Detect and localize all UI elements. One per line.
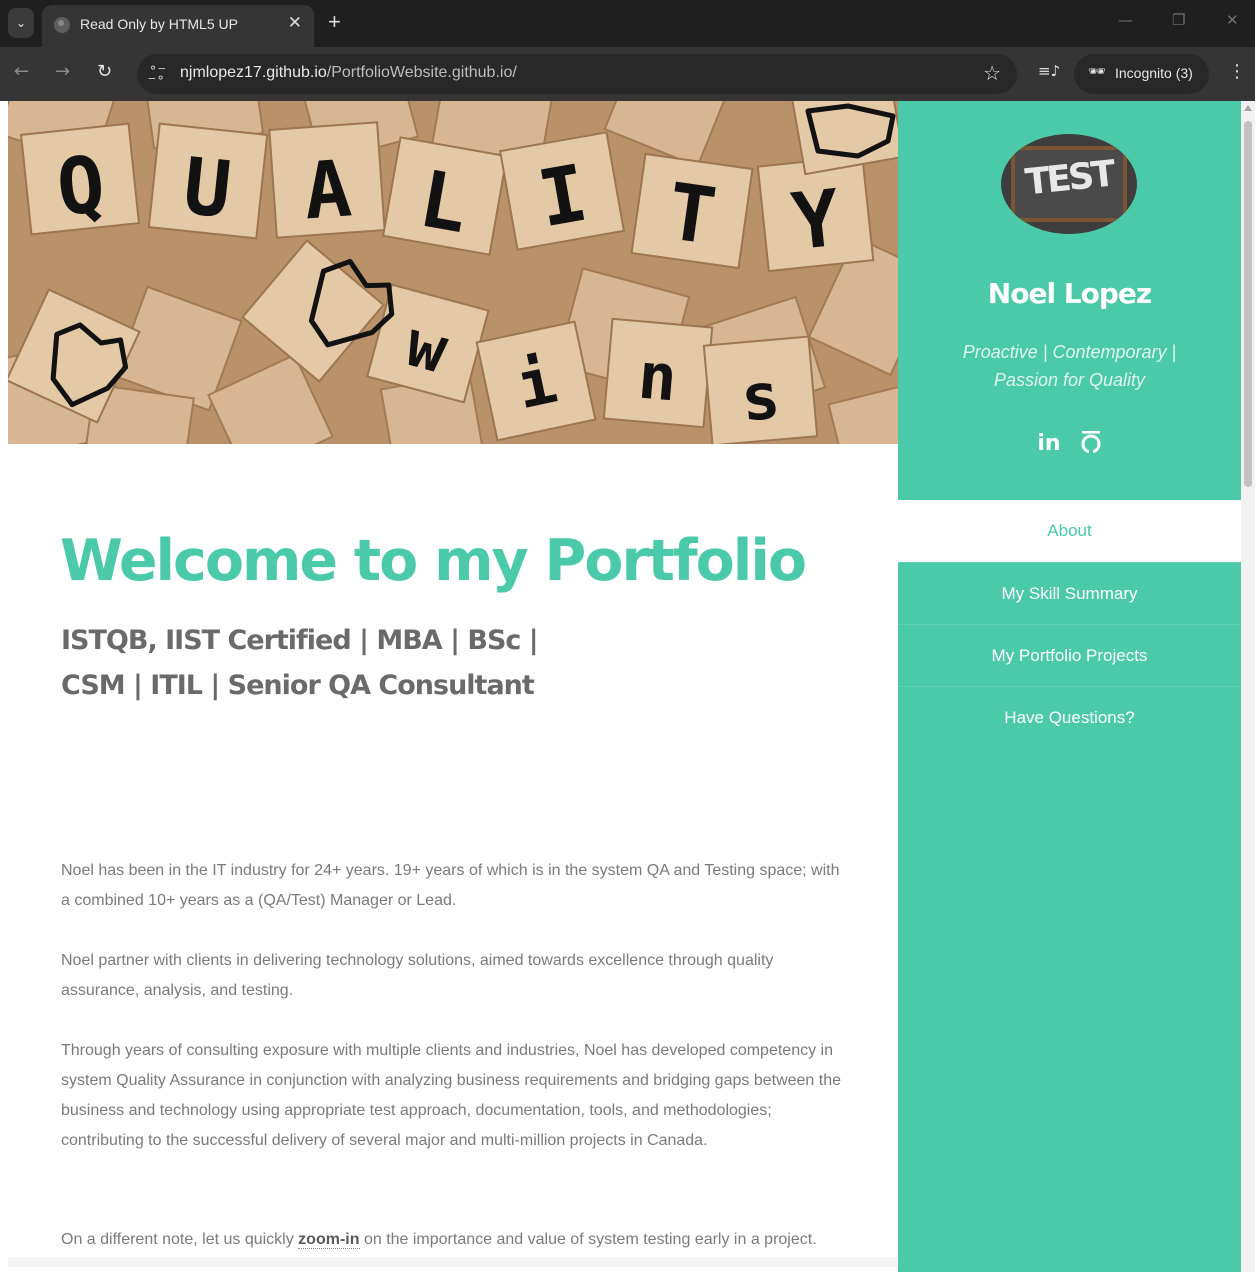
incognito-label: Incognito (3)	[1115, 65, 1193, 81]
url-text[interactable]: njmlopez17.github.io/PortfolioWebsite.gi…	[180, 64, 517, 82]
nav-item-skill-summary[interactable]: My Skill Summary	[898, 562, 1241, 624]
zoom-in-link[interactable]: zoom-in	[298, 1231, 360, 1249]
bookmark-star-icon[interactable]: ☆	[983, 61, 1001, 85]
banner-image: Q U A L I T Y w i n s	[8, 101, 898, 444]
svg-text:A: A	[301, 144, 354, 237]
avatar: TEST	[1001, 134, 1137, 234]
quality-wins-banner: Q U A L I T Y w i n s	[8, 101, 898, 444]
svg-text:n: n	[635, 339, 680, 416]
nav-item-portfolio-projects[interactable]: My Portfolio Projects	[898, 624, 1241, 686]
browser-tab-bar: ⌄ Read Only by HTML5 UP ✕ + — ❐ ✕	[0, 0, 1255, 47]
tab-title: Read Only by HTML5 UP	[80, 16, 238, 32]
nav-item-have-questions[interactable]: Have Questions?	[898, 686, 1241, 748]
main-content: Welcome to my Portfolio ISTQB, IIST Cert…	[8, 444, 898, 1272]
incognito-icon: 🕶	[1088, 64, 1106, 80]
scroll-up-arrow-icon[interactable]	[1244, 105, 1252, 111]
intro-paragraph-3: Through years of consulting exposure wit…	[61, 1042, 841, 1149]
svg-text:U: U	[179, 142, 235, 236]
social-links: in	[898, 431, 1241, 456]
subtitle-line-2: CSM | ITIL | Senior QA Consultant	[61, 670, 535, 701]
close-window-icon[interactable]: ✕	[1226, 11, 1239, 29]
tab-close-icon[interactable]: ✕	[288, 13, 302, 33]
linkedin-icon[interactable]: in	[1037, 431, 1060, 456]
forward-icon[interactable]: →	[55, 61, 70, 82]
browser-tab[interactable]: Read Only by HTML5 UP ✕	[42, 5, 314, 47]
minimize-icon[interactable]: —	[1118, 11, 1133, 29]
svg-text:s: s	[738, 359, 783, 436]
reload-icon[interactable]: ↻	[97, 61, 112, 82]
svg-text:Q: Q	[53, 140, 109, 234]
sidebar: TEST Noel Lopez Proactive | Contemporary…	[898, 101, 1241, 1272]
favicon-icon	[54, 17, 70, 33]
restore-icon[interactable]: ❐	[1172, 11, 1185, 29]
new-tab-button[interactable]: +	[328, 9, 341, 35]
paragraph-text: on the importance and value of system te…	[359, 1231, 817, 1248]
nav-item-about[interactable]: About	[898, 500, 1241, 562]
incognito-button[interactable]: 🕶 Incognito (3)	[1074, 54, 1209, 94]
svg-text:Y: Y	[788, 174, 844, 268]
page-viewport: Q U A L I T Y w i n s Welcome to my Port…	[8, 101, 1255, 1272]
intro-paragraph-1: Noel has been in the IT industry for 24+…	[61, 862, 840, 909]
intro-paragraph-4: On a different note, let us quickly zoom…	[61, 1225, 851, 1255]
page-subtitle: ISTQB, IIST Certified | MBA | BSc | CSM …	[61, 618, 581, 708]
media-control-icon[interactable]: ≡♪	[1038, 62, 1060, 80]
profile-tagline: Proactive | Contemporary | Passion for Q…	[962, 342, 1177, 390]
section-divider	[8, 1257, 898, 1267]
tab-search-icon[interactable]: ⌄	[8, 8, 34, 38]
browser-toolbar: ← → ↻ ⚬‒ ‒⚬ njmlopez17.github.io/Portfoli…	[0, 47, 1255, 101]
scrollbar-thumb[interactable]	[1244, 121, 1252, 487]
sidebar-nav: About My Skill Summary My Portfolio Proj…	[898, 500, 1241, 748]
paragraph-text: On a different note, let us quickly	[61, 1231, 299, 1248]
back-icon[interactable]: ←	[14, 61, 29, 82]
page-title: Welcome to my Portfolio	[60, 528, 807, 594]
subtitle-line-1: ISTQB, IIST Certified | MBA | BSc |	[61, 625, 539, 656]
profile-name: Noel Lopez	[987, 277, 1152, 310]
site-info-icon[interactable]: ⚬‒ ‒⚬	[148, 62, 166, 84]
intro-paragraph-2: Noel partner with clients in delivering …	[61, 952, 774, 999]
kebab-menu-icon[interactable]: ⋮	[1228, 61, 1246, 82]
github-icon[interactable]	[1080, 431, 1102, 456]
address-bar[interactable]: ⚬‒ ‒⚬ njmlopez17.github.io/PortfolioWebsi…	[137, 54, 1017, 94]
page-scrollbar[interactable]	[1241, 101, 1255, 1272]
